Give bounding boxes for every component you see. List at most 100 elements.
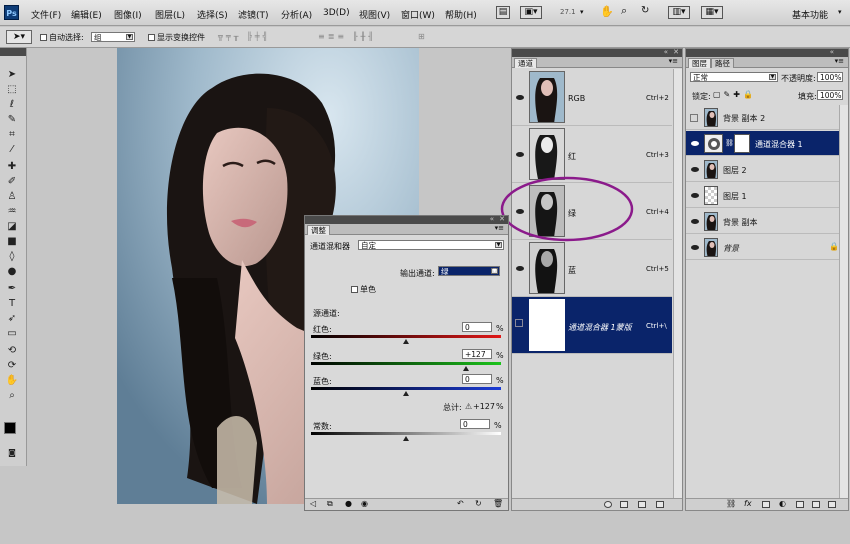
foreground-color[interactable] <box>4 422 16 434</box>
new-group-icon[interactable] <box>796 501 804 508</box>
visibility-eye-icon[interactable] <box>691 245 699 250</box>
menu-layer[interactable]: 图层(L) <box>155 8 185 21</box>
dodge-tool-icon[interactable]: ● <box>5 265 19 278</box>
green-slider-thumb[interactable] <box>463 366 470 371</box>
visibility-eye-icon[interactable] <box>691 193 699 198</box>
new-layer-icon[interactable] <box>812 501 820 508</box>
link-icon[interactable]: ⛓ <box>725 139 734 147</box>
zoom-tool-icon[interactable]: ⌕ <box>5 389 19 402</box>
fill-input[interactable]: 100% <box>817 90 843 100</box>
type-tool-icon[interactable]: T <box>5 297 19 310</box>
shape-tool-icon[interactable]: ▭ <box>5 327 19 340</box>
save-selection-icon[interactable] <box>620 501 628 508</box>
move-tool-icon[interactable]: ➤ <box>5 68 19 81</box>
show-transform-checkbox[interactable]: 显示变换控件 <box>148 32 205 43</box>
auto-align-icon[interactable]: ⊞ <box>418 32 425 41</box>
layer-row[interactable]: 图层 2 <box>686 157 848 182</box>
scrollbar[interactable] <box>839 105 848 499</box>
preset-dropdown[interactable]: 自定 ▼ <box>358 240 504 250</box>
brush-tool-icon[interactable]: ✐ <box>5 175 19 188</box>
bridge-icon[interactable]: ▤ <box>496 6 510 19</box>
zoom-dropdown-icon[interactable]: ▾ <box>580 8 584 16</box>
menu-filter[interactable]: 滤镜(T) <box>238 8 269 21</box>
rotate-view-icon[interactable]: ↻ <box>641 5 649 16</box>
close-icon[interactable]: ✕ <box>499 215 505 223</box>
tab-paths[interactable]: 路径 <box>711 58 734 68</box>
tab-channels[interactable]: 通道 <box>514 58 537 68</box>
layer-row-selected[interactable]: ⛓ 通道混合器 1 <box>686 131 848 156</box>
path-select-icon[interactable]: ➶ <box>5 312 19 325</box>
pen-tool-icon[interactable]: ✒ <box>5 282 19 295</box>
delete-channel-icon[interactable] <box>656 501 664 508</box>
expand-view-icon[interactable]: ⧉ <box>327 499 333 509</box>
menu-help[interactable]: 帮助(H) <box>445 8 477 21</box>
add-mask-icon[interactable] <box>762 501 770 508</box>
quick-select-tool-icon[interactable]: ✎ <box>5 113 19 126</box>
menu-image[interactable]: 图像(I) <box>114 8 142 21</box>
auto-select-dropdown[interactable]: 组 ▼ <box>91 32 135 42</box>
monochrome-checkbox[interactable]: 单色 <box>351 284 376 295</box>
marquee-tool-icon[interactable]: ⬚ <box>5 83 19 96</box>
3d-rotate-icon[interactable]: ⟲ <box>5 344 19 357</box>
blur-tool-icon[interactable]: ◊ <box>5 250 19 263</box>
eyedropper-tool-icon[interactable]: ⁄ <box>5 143 19 156</box>
new-adjustment-icon[interactable]: ◐ <box>779 499 786 508</box>
layer-row[interactable]: 背景 副本 2 <box>686 105 848 130</box>
menu-window[interactable]: 窗口(W) <box>401 8 435 21</box>
red-slider-thumb[interactable] <box>403 339 409 344</box>
eraser-tool-icon[interactable]: ◪ <box>5 220 19 233</box>
layer-row[interactable]: 背景 副本 <box>686 209 848 234</box>
crop-tool-icon[interactable]: ⌗ <box>5 128 19 141</box>
new-channel-icon[interactable] <box>638 501 646 508</box>
blue-value-input[interactable]: 0 <box>462 374 492 384</box>
quick-mask-icon[interactable]: ◙ <box>5 446 19 459</box>
visibility-eye-icon[interactable] <box>516 152 524 157</box>
green-slider-track[interactable] <box>311 362 501 365</box>
panel-menu-icon[interactable]: ▾≡ <box>495 224 504 232</box>
hand-tool-icon[interactable]: ✋ <box>5 374 19 387</box>
workspace-dropdown-icon[interactable]: ▾ <box>838 8 842 16</box>
opacity-input[interactable]: 100% <box>817 72 843 82</box>
channel-row-blue[interactable]: 蓝 Ctrl+5 <box>512 240 672 297</box>
zoom-level[interactable]: 27.1 <box>560 8 576 16</box>
tab-adjustments[interactable]: 调整 <box>307 225 330 235</box>
close-icon[interactable]: ✕ <box>673 48 679 56</box>
visibility-eye-icon[interactable] <box>516 95 524 100</box>
history-brush-icon[interactable]: ♒ <box>5 205 19 218</box>
visibility-eye-icon[interactable]: ◉ <box>361 499 368 508</box>
channel-row-rgb[interactable]: RGB Ctrl+2 <box>512 69 672 126</box>
gradient-tool-icon[interactable]: ■ <box>5 235 19 248</box>
collapse-icon[interactable]: « <box>830 48 834 56</box>
panel-menu-icon[interactable]: ▾≡ <box>835 57 844 65</box>
red-slider-track[interactable] <box>311 335 501 338</box>
visibility-eye-icon[interactable] <box>691 141 699 146</box>
screen-mode-icon[interactable]: ▣▾ <box>520 6 542 19</box>
visibility-eye-icon[interactable] <box>691 219 699 224</box>
healing-brush-icon[interactable]: ✚ <box>5 160 19 173</box>
move-tool-preset-icon[interactable]: ➤▾ <box>6 30 32 44</box>
green-value-input[interactable]: +127 <box>462 349 492 359</box>
clone-stamp-icon[interactable]: ♙ <box>5 190 19 203</box>
delete-icon[interactable]: 🗑 <box>493 499 503 508</box>
clip-layer-icon[interactable]: ● <box>345 499 352 508</box>
distribute-icons[interactable]: ≡≣≡ ╟╫╢ <box>318 32 376 41</box>
blue-slider-track[interactable] <box>311 387 501 390</box>
visibility-box[interactable] <box>515 319 523 327</box>
collapse-icon[interactable]: « <box>490 215 494 223</box>
visibility-eye-icon[interactable] <box>516 266 524 271</box>
blend-mode-dropdown[interactable]: 正常 ▼ <box>690 72 778 82</box>
previous-state-icon[interactable]: ↶ <box>457 499 464 508</box>
screen-layout-icon[interactable]: ▦▾ <box>701 6 723 19</box>
panel-menu-icon[interactable]: ▾≡ <box>669 57 678 65</box>
scrollbar[interactable] <box>673 69 682 499</box>
back-arrow-icon[interactable]: ◁ <box>310 499 316 508</box>
lasso-tool-icon[interactable]: ℓ <box>5 98 19 111</box>
3d-orbit-icon[interactable]: ⟳ <box>5 359 19 372</box>
collapse-icon[interactable]: « <box>664 48 668 56</box>
align-icons[interactable]: ╦╤╥ ╠╪╣ <box>218 32 270 41</box>
menu-select[interactable]: 选择(S) <box>197 8 228 21</box>
delete-layer-icon[interactable] <box>828 501 836 508</box>
zoom-tool-icon[interactable]: ⌕ <box>621 4 627 18</box>
reset-icon[interactable]: ↻ <box>475 499 482 508</box>
workspace-switcher[interactable]: 基本功能 <box>792 8 828 21</box>
